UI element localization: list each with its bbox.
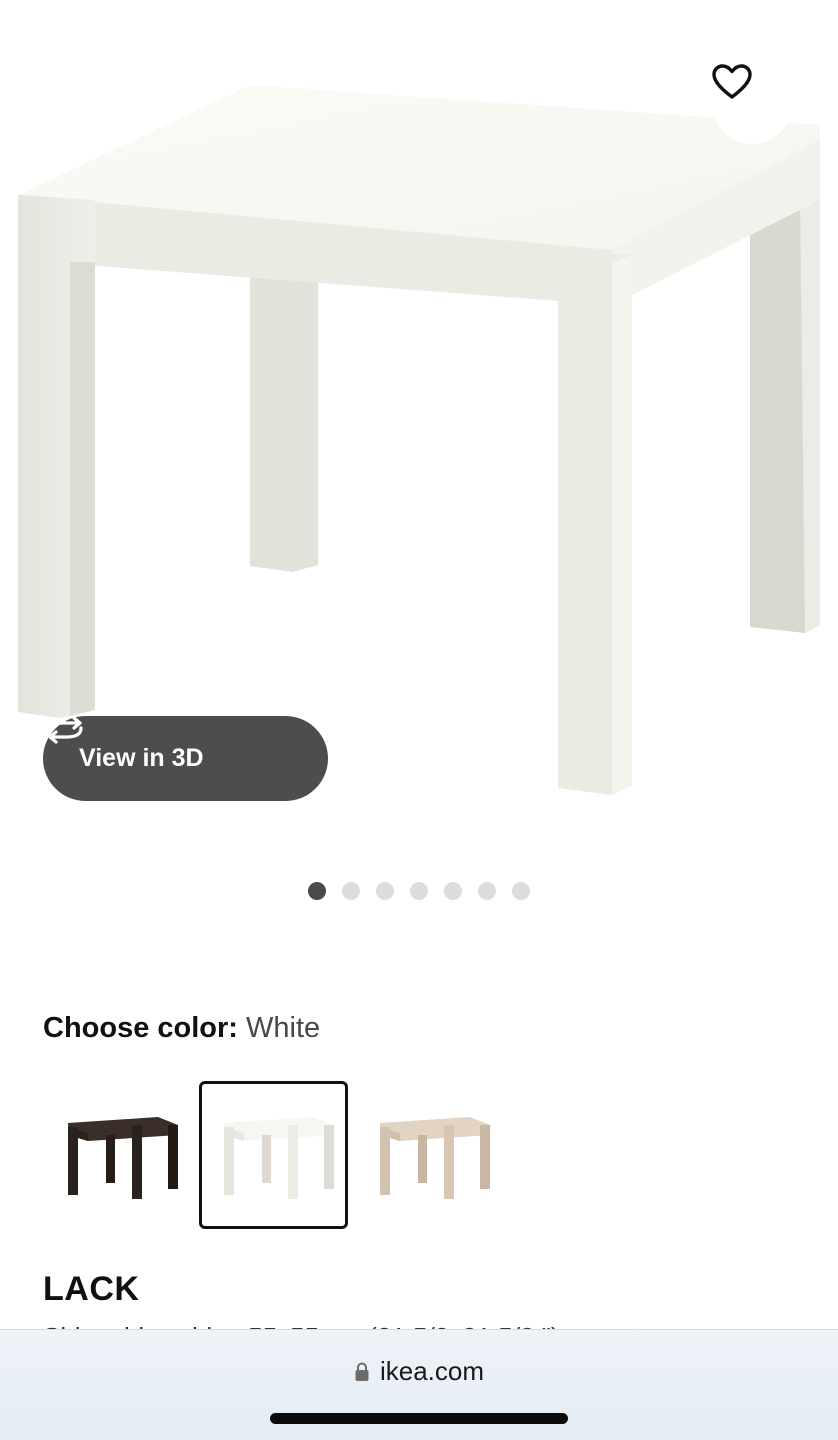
- url-display[interactable]: ikea.com: [0, 1356, 838, 1387]
- choose-color-heading: Choose color:: [43, 1012, 238, 1044]
- product-name: LACK: [43, 1270, 140, 1308]
- color-swatches: [43, 1081, 504, 1229]
- view-in-3d-button[interactable]: View in 3D: [43, 716, 328, 801]
- browser-address-bar[interactable]: ikea.com: [0, 1329, 838, 1440]
- table-thumbnail: [67, 1117, 178, 1199]
- view-in-3d-label: View in 3D: [79, 744, 204, 772]
- carousel-dot[interactable]: [308, 882, 326, 900]
- carousel-dot[interactable]: [444, 882, 462, 900]
- carousel-dot[interactable]: [342, 882, 360, 900]
- table-thumbnail: [379, 1117, 490, 1199]
- rotate-arrows-icon: [47, 716, 83, 744]
- heart-icon: [712, 64, 752, 99]
- color-swatch-white-stained-oak[interactable]: [355, 1081, 504, 1229]
- carousel-dot[interactable]: [478, 882, 496, 900]
- carousel-dot[interactable]: [410, 882, 428, 900]
- color-swatch-white[interactable]: [199, 1081, 348, 1229]
- product-page: View in 3D Choose color: White LACK ikea…: [0, 0, 838, 1440]
- favorite-button[interactable]: [712, 64, 792, 144]
- lock-icon: [355, 1361, 369, 1381]
- selected-color-value: White: [246, 1012, 321, 1044]
- color-chooser-label: Choose color: White: [43, 1012, 320, 1045]
- home-indicator: [270, 1413, 568, 1424]
- carousel-dot[interactable]: [512, 882, 530, 900]
- table-thumbnail: [223, 1117, 334, 1199]
- product-image[interactable]: View in 3D: [0, 0, 838, 850]
- color-swatch-black-brown[interactable]: [43, 1081, 192, 1229]
- image-carousel-dots[interactable]: [0, 882, 838, 900]
- url-text: ikea.com: [379, 1356, 485, 1386]
- carousel-dot[interactable]: [376, 882, 394, 900]
